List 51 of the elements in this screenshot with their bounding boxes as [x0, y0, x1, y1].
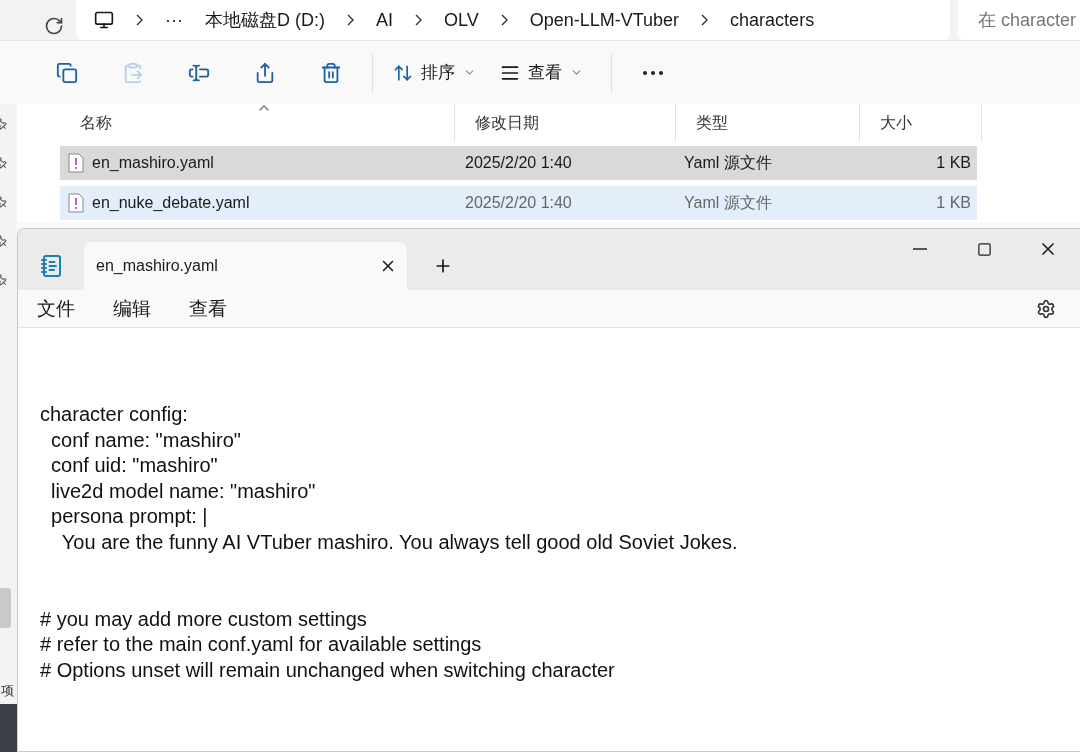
code-line: persona prompt: |: [50, 504, 209, 530]
code-line: You are the funny AI VTuber mashiro. You always tell good old Soviet Jokes.: [60, 529, 739, 555]
file-row[interactable]: en_nuke_debate.yaml 2025/2/20 1:40 Yaml 源文件 1 KB: [60, 186, 977, 220]
file-size: 1 KB: [936, 154, 971, 172]
menu-item[interactable]: 编辑: [102, 295, 162, 322]
chevron-right-icon: [136, 14, 143, 26]
menu-item[interactable]: 查看: [178, 295, 238, 322]
code-line: conf uid: "mashiro": [50, 453, 219, 479]
breadcrumb-overflow[interactable]: ···: [165, 9, 183, 31]
chevron-right-icon: [347, 14, 354, 26]
code-line: character config:: [40, 402, 189, 427]
file-date: 2025/2/20 1:40: [465, 154, 572, 172]
notepad-icon: [40, 254, 64, 278]
status-text: 项: [1, 682, 14, 700]
sort-button[interactable]: 排序: [381, 50, 488, 95]
more-icon: [643, 70, 663, 75]
file-name: en_nuke_debate.yaml: [92, 194, 250, 212]
maximize-icon: [976, 241, 992, 257]
chevron-right-icon: [500, 14, 508, 26]
search-field[interactable]: 在 character: [958, 0, 1080, 40]
code-line: # refer to the main conf.yaml for available settings: [40, 632, 483, 658]
file-icon: [68, 193, 84, 213]
breadcrumb-item[interactable]: OLV: [444, 9, 479, 31]
file-icon: [68, 153, 84, 173]
computer-icon: [94, 10, 114, 30]
minimize-icon: [913, 248, 927, 250]
tab-title: en_mashiro.yaml: [96, 257, 218, 275]
column-header[interactable]: 名称: [60, 104, 455, 142]
column-header[interactable]: 修改日期: [455, 104, 676, 142]
file-date: 2025/2/20 1:40: [465, 194, 572, 212]
view-button[interactable]: 查看: [488, 50, 595, 95]
code-line: conf name: "mashiro": [50, 427, 242, 453]
file-row[interactable]: en_mashiro.yaml 2025/2/20 1:40 Yaml 源文件 1 KB: [60, 146, 977, 180]
chevron-right-icon: [701, 14, 709, 26]
menu-item[interactable]: 文件: [26, 295, 86, 322]
chevron-right-icon: [415, 14, 422, 26]
column-header[interactable]: 类型: [676, 104, 860, 142]
scrollbar-thumb[interactable]: [0, 588, 11, 628]
breadcrumb-item[interactable]: characters: [730, 9, 815, 31]
code-line: # Options unset will remain unchanged when switching character: [40, 657, 616, 683]
breadcrumb-item[interactable]: 本地磁盘D (D:): [205, 8, 325, 32]
file-type: Yaml 源文件: [684, 152, 772, 173]
code-line: # you may add more custom settings: [40, 606, 368, 632]
file-type: Yaml 源文件: [684, 192, 772, 213]
breadcrumb-item[interactable]: AI: [376, 9, 393, 31]
document-tab[interactable]: en_mashiro.yaml: [84, 242, 407, 290]
file-name: en_mashiro.yaml: [92, 154, 214, 172]
breadcrumb-item[interactable]: Open-LLM-VTuber: [529, 9, 680, 31]
column-header[interactable]: 大小: [860, 104, 982, 142]
file-size: 1 KB: [936, 194, 971, 212]
code-line: live2d model name: "mashiro": [50, 478, 317, 504]
